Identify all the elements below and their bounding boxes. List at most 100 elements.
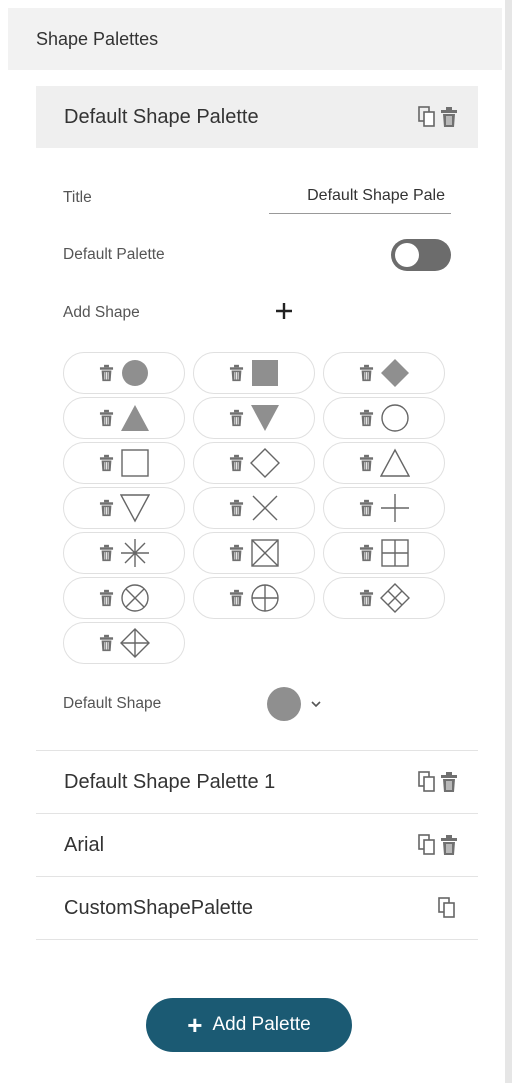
trash-icon[interactable] [229, 589, 244, 607]
palette-actions [438, 897, 458, 919]
trash-icon[interactable] [229, 544, 244, 562]
trash-icon[interactable] [99, 499, 114, 517]
square-plus-icon [380, 538, 410, 568]
plus-icon[interactable] [275, 302, 293, 325]
toggle-knob [395, 243, 419, 267]
trash-icon[interactable] [99, 634, 114, 652]
shape-item[interactable] [323, 487, 445, 529]
trash-icon[interactable] [229, 499, 244, 517]
plus-icon: + [187, 1010, 203, 1040]
triangle-down-icon [119, 493, 150, 523]
diamond-plus-icon [119, 628, 150, 658]
filled-diamond-icon [380, 358, 410, 388]
add-palette-button[interactable]: + Add Palette [146, 998, 352, 1052]
circle-icon [380, 403, 410, 433]
triangle-up-icon [379, 448, 410, 478]
shape-item[interactable] [323, 442, 445, 484]
panel-header: Shape Palettes [8, 8, 502, 70]
trash-icon[interactable] [359, 409, 374, 427]
title-label: Title [63, 189, 92, 206]
default-shape-row: Default Shape [63, 676, 451, 732]
trash-icon[interactable] [359, 589, 374, 607]
diamond-x-icon [379, 583, 410, 613]
circle-x-icon [120, 583, 150, 613]
default-palette-label: Default Palette [63, 246, 165, 263]
trash-icon[interactable] [359, 364, 374, 382]
shape-palettes-panel: Shape Palettes Default Shape Palette Tit… [8, 8, 502, 1083]
add-palette-label: Add Palette [212, 1014, 311, 1035]
title-row: Title [63, 170, 451, 226]
shape-item[interactable] [193, 397, 315, 439]
palette-item[interactable]: Arial [36, 814, 478, 876]
divider [36, 939, 478, 940]
trash-icon[interactable] [440, 771, 458, 793]
trash-icon[interactable] [229, 364, 244, 382]
trash-icon[interactable] [359, 454, 374, 472]
palette-item-selected[interactable]: Default Shape Palette [36, 86, 478, 148]
default-palette-toggle[interactable] [391, 239, 451, 271]
shape-item[interactable] [323, 577, 445, 619]
panel-scrollbar[interactable] [505, 0, 512, 1083]
palette-item[interactable]: CustomShapePalette [36, 877, 478, 939]
copy-icon[interactable] [418, 106, 438, 128]
shape-item[interactable] [323, 397, 445, 439]
asterisk-icon [120, 538, 150, 568]
shape-item[interactable] [63, 442, 185, 484]
palette-actions [418, 106, 458, 128]
shape-item[interactable] [63, 352, 185, 394]
filled-square-icon [250, 358, 280, 388]
shape-item[interactable] [193, 442, 315, 484]
trash-icon[interactable] [99, 589, 114, 607]
shape-item[interactable] [63, 397, 185, 439]
add-shape-label: Add Shape [63, 304, 140, 321]
shape-item[interactable] [323, 532, 445, 574]
shape-item[interactable] [193, 532, 315, 574]
trash-icon[interactable] [359, 544, 374, 562]
trash-icon[interactable] [99, 364, 114, 382]
trash-icon[interactable] [229, 409, 244, 427]
palette-actions [418, 771, 458, 793]
filled-triangle-up-icon [120, 403, 150, 433]
diamond-icon [249, 448, 280, 478]
shape-item[interactable] [63, 487, 185, 529]
copy-icon[interactable] [418, 771, 438, 793]
trash-icon[interactable] [440, 106, 458, 128]
palette-name: CustomShapePalette [64, 896, 254, 919]
plus-icon [380, 493, 410, 523]
palette-list: Default Shape Palette 1 Arial CustomShapeP… [8, 750, 502, 940]
shape-item[interactable] [193, 352, 315, 394]
shape-item[interactable] [193, 487, 315, 529]
trash-icon[interactable] [359, 499, 374, 517]
trash-icon[interactable] [99, 544, 114, 562]
trash-icon[interactable] [440, 834, 458, 856]
palette-actions [418, 834, 458, 856]
shape-item[interactable] [193, 577, 315, 619]
x-cross-icon [250, 493, 280, 523]
default-palette-row: Default Palette [63, 226, 451, 284]
title-input[interactable] [269, 182, 451, 214]
palette-name: Arial [64, 833, 105, 856]
trash-icon[interactable] [99, 454, 114, 472]
default-shape-label: Default Shape [63, 695, 162, 712]
filled-circle-icon [120, 358, 150, 388]
square-x-icon [250, 538, 280, 568]
chevron-down-icon[interactable] [311, 695, 321, 713]
shape-item[interactable] [63, 622, 185, 664]
shape-item[interactable] [323, 352, 445, 394]
copy-icon[interactable] [418, 834, 438, 856]
palette-editor: Title Default Palette Add Shape Default … [63, 170, 451, 732]
panel-title: Shape Palettes [36, 28, 159, 49]
palette-name: Default Shape Palette [64, 105, 259, 128]
trash-icon[interactable] [229, 454, 244, 472]
circle-plus-icon [250, 583, 280, 613]
shape-item[interactable] [63, 577, 185, 619]
add-shape-row: Add Shape [63, 284, 451, 342]
shape-list [63, 352, 451, 664]
trash-icon[interactable] [99, 409, 114, 427]
shape-item[interactable] [63, 532, 185, 574]
default-shape-filled-circle-icon[interactable] [267, 687, 301, 721]
copy-icon[interactable] [438, 897, 458, 919]
palette-item[interactable]: Default Shape Palette 1 [36, 751, 478, 813]
palette-name: Default Shape Palette 1 [64, 770, 276, 793]
filled-triangle-down-icon [250, 403, 280, 433]
